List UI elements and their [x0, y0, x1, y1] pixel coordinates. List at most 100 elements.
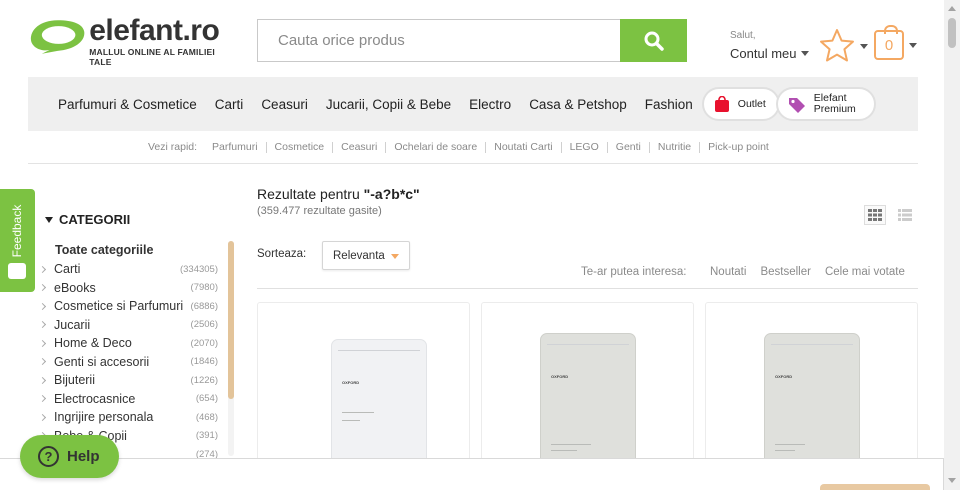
list-view-button[interactable] [896, 205, 914, 225]
quick-link-parfumuri[interactable]: Parfumuri [212, 141, 266, 153]
scroll-down-icon[interactable] [948, 478, 956, 483]
category-count: (2506) [190, 319, 218, 331]
category-name: Home & Deco [54, 336, 132, 351]
logo-name: elefant.ro [89, 14, 220, 47]
outlet-label: Outlet [737, 97, 766, 110]
category-count: (391) [195, 430, 218, 442]
quick-link-noutati-carti[interactable]: Noutati Carti [485, 141, 560, 153]
category-name: Ingrijire personala [54, 410, 154, 425]
category-item[interactable]: Cosmetice si Parfumuri (6886) [38, 297, 218, 316]
sort-value: Relevanta [333, 249, 385, 262]
scrollbar-thumb[interactable] [948, 18, 956, 48]
sort-dropdown[interactable]: Relevanta [322, 241, 410, 270]
cart-icon: 0 [874, 25, 904, 60]
nav-item-casa-petshop[interactable]: Casa & Petshop [529, 97, 627, 112]
nav-item-carti[interactable]: Carti [215, 97, 244, 112]
category-count: (334305) [179, 263, 218, 275]
search-query: "-a?b*c" [363, 186, 420, 202]
label-line [775, 444, 805, 445]
interest-link-cele-mai-votate[interactable]: Cele mai votate [825, 266, 905, 278]
category-item[interactable]: Bijuterii (1226) [38, 371, 218, 390]
category-name: Electrocasnice [54, 391, 136, 406]
search-box [257, 19, 621, 62]
category-item[interactable]: Ingrijire personala (468) [38, 408, 218, 427]
quick-link-lego[interactable]: LEGO [560, 141, 607, 153]
elephant-logo-icon [30, 20, 85, 54]
shopping-bag-icon [714, 95, 729, 112]
category-count: (654) [195, 393, 218, 405]
all-categories-link[interactable]: Toate categoriile [55, 243, 153, 257]
product-card[interactable]: OXFORD [705, 302, 918, 472]
pouch-seal [771, 344, 853, 345]
chevron-down-icon [860, 43, 868, 49]
category-count: (1846) [190, 356, 218, 368]
search-button[interactable] [620, 19, 687, 62]
product-brand: OXFORD [342, 380, 360, 385]
label-line [342, 420, 360, 421]
category-name: Carti [54, 262, 81, 277]
chevron-down-icon [391, 254, 399, 259]
divider [257, 288, 918, 289]
help-button[interactable]: ? Help [20, 435, 119, 478]
category-item[interactable]: Genti si accesorii (1846) [38, 353, 218, 372]
product-card[interactable]: OXFORD [481, 302, 694, 472]
favorites-button[interactable] [818, 28, 868, 64]
category-name: Genti si accesorii [54, 354, 150, 369]
category-name: Bijuterii [54, 373, 95, 388]
category-item[interactable]: Carti (334305) [38, 260, 218, 279]
account-menu[interactable]: Salut, Contul meu [730, 30, 810, 61]
chevron-right-icon [38, 395, 47, 403]
interest-link-bestseller[interactable]: Bestseller [760, 266, 811, 278]
quick-link-nutritie[interactable]: Nutritie [648, 141, 699, 153]
quick-link-pickup-point[interactable]: Pick-up point [699, 141, 777, 153]
bottom-bar [0, 458, 944, 490]
bottom-tab[interactable] [820, 484, 930, 490]
grid-view-button[interactable] [864, 205, 886, 225]
quick-link-cosmetice[interactable]: Cosmetice [265, 141, 333, 153]
product-image: OXFORD [764, 333, 860, 471]
account-greeting: Salut, [730, 30, 756, 41]
account-link[interactable]: Contul meu [730, 46, 810, 61]
quick-links-label: Vezi rapid: [148, 141, 198, 153]
category-scrollbar[interactable] [228, 241, 234, 399]
categories-title[interactable]: CATEGORII [45, 212, 130, 227]
category-count: (1226) [190, 374, 218, 386]
logo[interactable]: elefant.ro MALLUL ONLINE AL FAMILIEI TAL… [28, 14, 238, 67]
nav-item-ceasuri[interactable]: Ceasuri [261, 97, 308, 112]
quick-link-ceasuri[interactable]: Ceasuri [332, 141, 385, 153]
label-line [551, 444, 591, 445]
page-scrollbar[interactable] [944, 0, 960, 490]
cart-count: 0 [884, 36, 894, 54]
grid-icon [868, 209, 882, 221]
nav-item-electro[interactable]: Electro [469, 97, 511, 112]
category-item[interactable]: eBooks (7980) [38, 279, 218, 298]
cart-button[interactable]: 0 [874, 25, 917, 60]
nav-item-parfumuri-cosmetice[interactable]: Parfumuri & Cosmetice [58, 97, 197, 112]
product-image: OXFORD [540, 333, 636, 471]
help-label: Help [67, 448, 100, 465]
interest-link-noutati[interactable]: Noutati [710, 266, 746, 278]
divider [28, 163, 918, 164]
nav-item-jucarii[interactable]: Jucarii, Copii & Bebe [326, 97, 451, 112]
category-item[interactable]: Jucarii (2506) [38, 316, 218, 335]
outlet-button[interactable]: Outlet [701, 87, 780, 121]
pouch-seal [547, 344, 629, 345]
label-line [775, 450, 795, 451]
search-input[interactable] [258, 20, 621, 61]
category-item[interactable]: Home & Deco (2070) [38, 334, 218, 353]
premium-button[interactable]: Elefant Premium [775, 87, 876, 121]
nav-item-fashion[interactable]: Fashion [645, 97, 693, 112]
list-icon [898, 209, 912, 221]
page: elefant.ro MALLUL ONLINE AL FAMILIEI TAL… [0, 0, 960, 490]
search-icon [644, 31, 664, 51]
feedback-tab[interactable]: Feedback [0, 189, 35, 292]
main-nav: Parfumuri & Cosmetice Carti Ceasuri Juca… [28, 77, 918, 131]
chevron-right-icon [38, 302, 47, 310]
category-item[interactable]: Electrocasnice (654) [38, 390, 218, 409]
quick-link-ochelari[interactable]: Ochelari de soare [385, 141, 485, 153]
scroll-up-icon[interactable] [948, 6, 956, 11]
chevron-right-icon [38, 321, 47, 329]
quick-link-genti[interactable]: Genti [606, 141, 649, 153]
product-card[interactable]: OXFORD [257, 302, 470, 472]
sort-label: Sorteaza: [257, 248, 307, 260]
